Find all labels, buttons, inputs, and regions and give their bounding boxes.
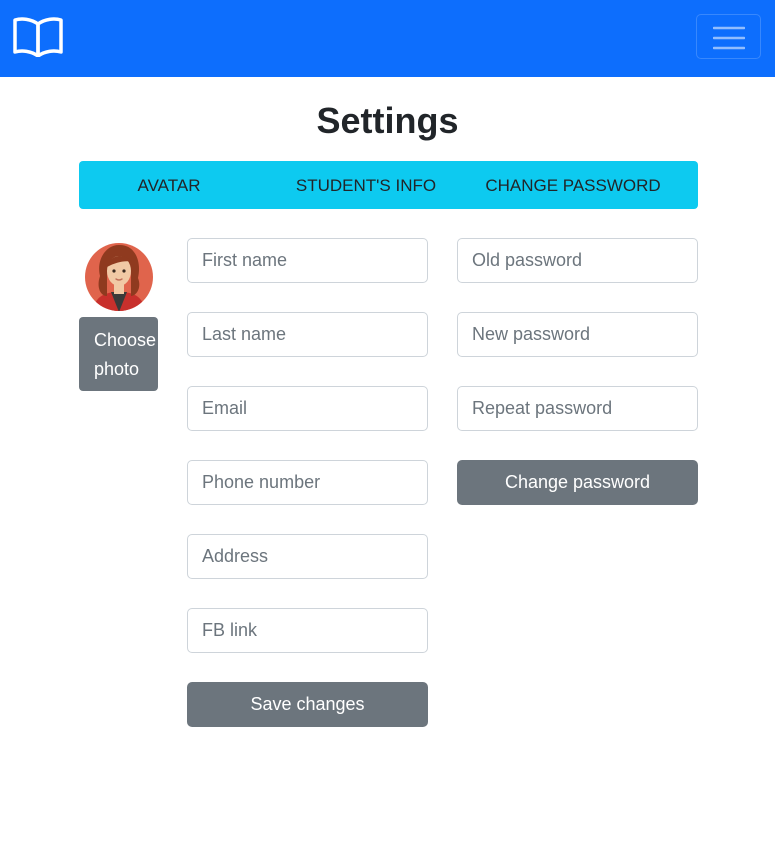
last-name-input[interactable] <box>187 312 428 357</box>
book-open-icon[interactable] <box>13 15 63 58</box>
phone-number-input[interactable] <box>187 460 428 505</box>
tab-students-info[interactable]: STUDENT'S INFO <box>274 161 458 209</box>
hamburger-menu-icon <box>713 26 745 50</box>
navbar-toggle-button[interactable] <box>696 14 761 59</box>
first-name-input[interactable] <box>187 238 428 283</box>
repeat-password-input[interactable] <box>457 386 698 431</box>
top-navbar <box>0 0 775 77</box>
save-changes-button[interactable]: Save changes <box>187 682 428 727</box>
email-input[interactable] <box>187 386 428 431</box>
tab-avatar[interactable]: AVATAR <box>79 161 259 209</box>
change-password-button[interactable]: Change password <box>457 460 698 505</box>
choose-photo-button[interactable]: Choose photo <box>79 317 158 391</box>
old-password-input[interactable] <box>457 238 698 283</box>
fb-link-input[interactable] <box>187 608 428 653</box>
settings-tab-bar: AVATAR STUDENT'S INFO CHANGE PASSWORD <box>79 161 698 209</box>
address-input[interactable] <box>187 534 428 579</box>
tab-change-password[interactable]: CHANGE PASSWORD <box>473 161 673 209</box>
user-avatar-icon <box>84 240 154 312</box>
new-password-input[interactable] <box>457 312 698 357</box>
page-title: Settings <box>316 100 459 141</box>
